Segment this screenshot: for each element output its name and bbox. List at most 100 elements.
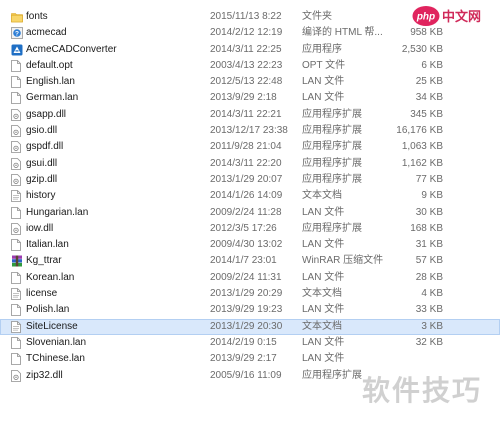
file-size: 1,162 KB <box>401 157 443 169</box>
file-row[interactable]: Polish.lan 2013/9/29 19:23 LAN 文件 33 KB <box>0 302 500 318</box>
file-icon <box>11 304 21 317</box>
file-row[interactable]: gspdf.dll 2011/9/28 21:04 应用程序扩展 1,063 KB <box>0 139 500 155</box>
file-icon <box>11 76 21 89</box>
file-name: history <box>26 190 56 202</box>
file-row[interactable]: SiteLicense 2013/1/29 20:30 文本文档 3 KB <box>0 318 500 335</box>
text-file-icon <box>11 190 21 203</box>
file-row[interactable]: fonts 2015/11/13 8:22 文件夹 <box>0 9 500 25</box>
file-row[interactable]: default.opt 2003/4/13 22:23 OPT 文件 6 KB <box>0 58 500 74</box>
file-row[interactable]: German.lan 2013/9/29 2:18 LAN 文件 34 KB <box>0 90 500 106</box>
file-size: 9 KB <box>421 190 443 202</box>
file-name: Hungarian.lan <box>26 206 89 218</box>
file-row[interactable]: gzip.dll 2013/1/29 20:07 应用程序扩展 77 KB <box>0 172 500 188</box>
file-size: 16,176 KB <box>396 125 443 137</box>
file-date-modified: 2009/2/24 11:28 <box>210 206 282 218</box>
file-row[interactable]: gsio.dll 2013/12/17 23:38 应用程序扩展 16,176 KB <box>0 123 500 139</box>
file-row[interactable]: history 2014/1/26 14:09 文本文档 9 KB <box>0 188 500 204</box>
file-name: gspdf.dll <box>26 141 64 153</box>
file-row[interactable]: English.lan 2012/5/13 22:48 LAN 文件 25 KB <box>0 74 500 90</box>
file-date-modified: 2012/3/5 17:26 <box>210 222 277 234</box>
file-name: gsui.dll <box>26 157 58 169</box>
file-date-modified: 2013/1/29 20:07 <box>210 173 283 185</box>
file-size: 958 KB <box>410 27 443 39</box>
file-size: 31 KB <box>415 239 443 251</box>
dll-icon <box>11 157 21 170</box>
file-size: 25 KB <box>415 76 443 88</box>
file-size: 30 KB <box>415 206 443 218</box>
file-date-modified: 2014/3/11 22:21 <box>210 108 282 120</box>
file-name: Polish.lan <box>26 304 70 316</box>
file-date-modified: 2013/12/17 23:38 <box>210 125 288 137</box>
file-date-modified: 2014/1/7 23:01 <box>210 255 277 267</box>
dll-icon <box>11 141 21 154</box>
file-name: fonts <box>26 11 48 22</box>
dll-icon <box>11 174 21 186</box>
file-date-modified: 2009/2/24 11:31 <box>210 271 282 283</box>
file-type: LAN 文件 <box>302 353 345 365</box>
file-size: 32 KB <box>415 336 443 348</box>
watermark: 软件技巧 <box>361 374 482 407</box>
file-date-modified: 2014/1/26 14:09 <box>210 190 283 202</box>
file-icon <box>11 353 21 366</box>
file-date-modified: 2012/5/13 22:48 <box>210 76 283 88</box>
file-row[interactable]: Slovenian.lan 2014/2/19 0:15 LAN 文件 32 KB <box>0 335 500 351</box>
file-name: Kg_ttrar <box>26 255 62 267</box>
file-row[interactable]: license 2013/1/29 20:29 文本文档 4 KB <box>0 286 500 302</box>
help-file-icon: ? <box>11 27 23 40</box>
file-size: 4 KB <box>421 288 443 300</box>
file-row[interactable]: gsui.dll 2014/3/11 22:20 应用程序扩展 1,162 KB <box>0 156 500 172</box>
file-date-modified: 2013/9/29 2:18 <box>210 92 277 104</box>
file-size: 34 KB <box>415 92 443 104</box>
file-size: 6 KB <box>421 59 443 71</box>
file-name: English.lan <box>26 76 75 88</box>
file-size: 33 KB <box>415 304 443 316</box>
file-name: gzip.dll <box>26 173 58 185</box>
file-type: 文件夹 <box>302 11 332 22</box>
dll-icon <box>11 125 21 137</box>
file-date-modified: 2014/2/19 0:15 <box>210 336 277 348</box>
text-file-icon <box>11 320 21 333</box>
file-row[interactable]: ? acmecad 2014/2/12 12:19 编译的 HTML 帮... 958 … <box>0 25 500 41</box>
file-icon <box>11 59 21 72</box>
file-size: 345 KB <box>410 108 443 120</box>
file-name: iow.dll <box>26 222 54 234</box>
svg-text:?: ? <box>15 31 19 38</box>
file-date-modified: 2013/1/29 20:30 <box>210 320 283 332</box>
file-name: license <box>26 288 58 300</box>
file-name: Korean.lan <box>26 271 75 283</box>
file-date-modified: 2005/9/16 11:09 <box>210 369 282 381</box>
file-name: TChinese.lan <box>26 353 85 365</box>
file-icon <box>11 239 21 252</box>
file-name: AcmeCADConverter <box>26 43 117 55</box>
file-name: zip32.dll <box>26 369 63 381</box>
file-date-modified: 2003/4/13 22:23 <box>210 59 283 71</box>
file-name: gsio.dll <box>26 125 58 137</box>
file-size: 28 KB <box>415 271 443 283</box>
file-size: 3 KB <box>421 320 443 332</box>
file-row[interactable]: TChinese.lan 2013/9/29 2:17 LAN 文件 <box>0 351 500 367</box>
file-row[interactable]: Hungarian.lan 2009/2/24 11:28 LAN 文件 30 KB <box>0 205 500 221</box>
file-date-modified: 2013/1/29 20:29 <box>210 288 283 300</box>
file-icon <box>11 92 21 105</box>
file-date-modified: 2009/4/30 13:02 <box>210 239 283 251</box>
file-row[interactable]: Italian.lan 2009/4/30 13:02 LAN 文件 31 KB <box>0 237 500 253</box>
file-icon <box>11 206 21 219</box>
file-date-modified: 2014/2/12 12:19 <box>210 27 283 39</box>
archive-icon <box>11 255 22 267</box>
file-row[interactable]: AcmeCADConverter 2014/3/11 22:25 应用程序 2,530… <box>0 42 500 58</box>
file-icon <box>11 271 21 284</box>
dll-icon <box>11 108 21 121</box>
file-name: SiteLicense <box>26 320 78 332</box>
file-name: German.lan <box>26 92 79 104</box>
file-name: acmecad <box>26 27 67 39</box>
file-list: fonts 2015/11/13 8:22 文件夹? acmecad 2014/2/12… <box>0 9 500 384</box>
file-row[interactable]: Kg_ttrar 2014/1/7 23:01 WinRAR 压缩文件 57 KB <box>0 253 500 269</box>
file-row[interactable]: iow.dll 2012/3/5 17:26 应用程序扩展 168 KB <box>0 221 500 237</box>
folder-icon <box>11 11 23 23</box>
dll-icon <box>11 222 21 235</box>
file-name: Italian.lan <box>26 239 69 251</box>
file-row[interactable]: gsapp.dll 2014/3/11 22:21 应用程序扩展 345 KB <box>0 107 500 123</box>
file-name: Slovenian.lan <box>26 336 87 348</box>
file-date-modified: 2011/9/28 21:04 <box>210 141 282 153</box>
file-row[interactable]: Korean.lan 2009/2/24 11:31 LAN 文件 28 KB <box>0 270 500 286</box>
